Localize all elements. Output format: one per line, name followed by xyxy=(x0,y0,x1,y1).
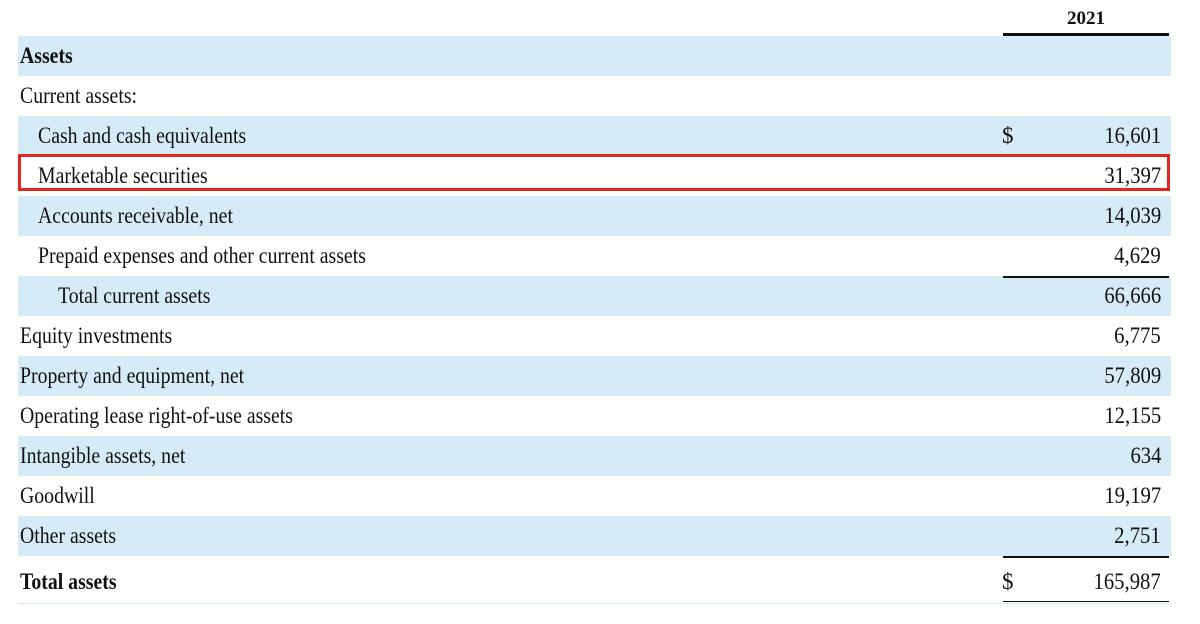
column-header-year: 2021 xyxy=(1003,4,1169,36)
row-label: Total current assets xyxy=(58,283,211,308)
row-label: Accounts receivable, net xyxy=(38,203,233,228)
section-title: Assets xyxy=(20,43,73,68)
row-value: 19,197 xyxy=(1104,483,1161,508)
row-label: Prepaid expenses and other current asset… xyxy=(38,243,366,268)
currency-symbol: $ xyxy=(1002,569,1014,594)
row-value: 6,775 xyxy=(1114,323,1161,348)
row-value: 12,155 xyxy=(1104,403,1161,428)
table-row-total-current-assets: Total current assets 66,666 xyxy=(18,276,1171,316)
row-value: 16,601 xyxy=(1104,123,1161,148)
table-row-other-assets: Other assets 2,751 xyxy=(18,516,1171,556)
table-row-cash: Cash and cash equivalents $ 16,601 xyxy=(18,116,1171,156)
table-row-total-assets: Total assets $ 165,987 xyxy=(18,556,1171,604)
table-row-current-assets-heading: Current assets: xyxy=(18,76,1171,116)
row-label: Operating lease right-of-use assets xyxy=(20,403,293,428)
table-row-goodwill: Goodwill 19,197 xyxy=(18,476,1171,516)
table-row-operating-lease: Operating lease right-of-use assets 12,1… xyxy=(18,396,1171,436)
table-bottom-rule xyxy=(18,603,1171,604)
row-label: Goodwill xyxy=(20,483,95,508)
row-value: 57,809 xyxy=(1104,363,1161,388)
row-label: Marketable securities xyxy=(38,163,208,188)
row-value: 4,629 xyxy=(1114,243,1161,268)
row-value: 14,039 xyxy=(1104,203,1161,228)
row-label: Property and equipment, net xyxy=(20,363,245,388)
row-label: Other assets xyxy=(20,523,117,548)
row-value: 634 xyxy=(1129,443,1161,468)
table-row-receivable: Accounts receivable, net 14,039 xyxy=(18,196,1171,236)
table-row-intangible: Intangible assets, net 634 xyxy=(18,436,1171,476)
table-row-equity-investments: Equity investments 6,775 xyxy=(18,316,1171,356)
row-label: Cash and cash equivalents xyxy=(38,123,247,148)
row-value: 66,666 xyxy=(1104,283,1161,308)
row-value: 165,987 xyxy=(1093,569,1161,594)
row-label: Intangible assets, net xyxy=(20,443,186,468)
table-row-property: Property and equipment, net 57,809 xyxy=(18,356,1171,396)
row-value: 31,397 xyxy=(1104,163,1161,188)
subsection-title: Current assets: xyxy=(20,83,138,108)
table-row-assets-heading: Assets xyxy=(18,36,1171,76)
currency-symbol: $ xyxy=(1002,123,1014,148)
table-row-marketable-securities: Marketable securities 31,397 xyxy=(18,156,1171,196)
row-label: Equity investments xyxy=(20,323,173,348)
row-value: 2,751 xyxy=(1114,523,1161,548)
balance-sheet-table: Assets Current assets: Cash and cash equ… xyxy=(18,36,1171,604)
table-row-prepaid: Prepaid expenses and other current asset… xyxy=(18,236,1171,276)
row-label: Total assets xyxy=(20,569,117,594)
